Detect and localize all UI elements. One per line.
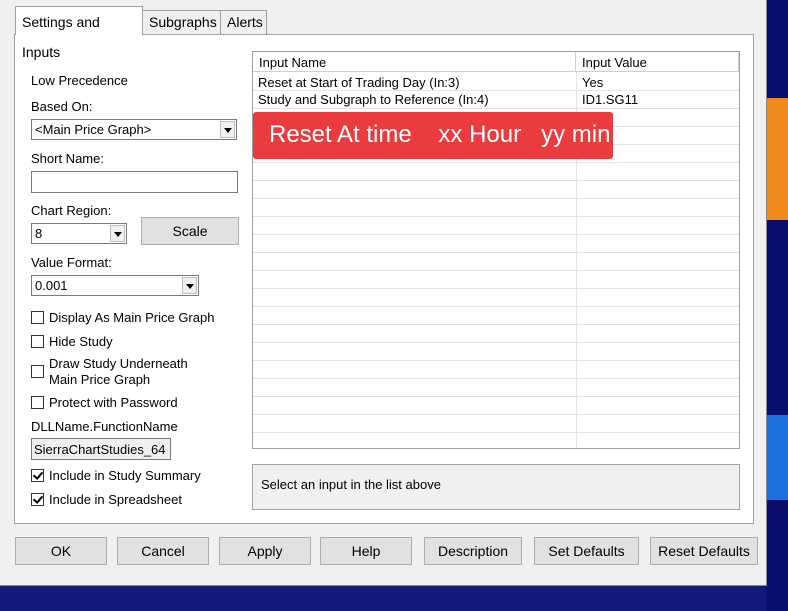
row-divider	[253, 288, 739, 289]
hide-study-label: Hide Study	[49, 334, 113, 349]
row-divider	[253, 108, 739, 109]
draw-underneath-checkbox[interactable]	[31, 365, 44, 378]
protect-with-password-checkbox[interactable]	[31, 396, 44, 409]
reset-defaults-button[interactable]: Reset Defaults	[650, 537, 758, 565]
chart-region-label: Chart Region:	[31, 203, 112, 218]
input-description-text: Select an input in the list above	[261, 477, 441, 492]
row-divider	[253, 306, 739, 307]
value-format-label: Value Format:	[31, 255, 112, 270]
column-header-label: Input Name	[259, 55, 327, 70]
display-as-main-price-graph-label: Display As Main Price Graph	[49, 310, 215, 325]
short-name-label: Short Name:	[31, 151, 104, 166]
input-description-box: Select an input in the list above	[252, 464, 740, 510]
display-as-main-price-graph-checkbox[interactable]	[31, 311, 44, 324]
row-divider	[253, 180, 739, 181]
tab-subgraphs[interactable]: Subgraphs	[142, 10, 221, 34]
table-row-input-name[interactable]: Study and Subgraph to Reference (In:4)	[258, 92, 489, 107]
value-format-select[interactable]: 0.001	[31, 275, 199, 296]
value-format-value: 0.001	[35, 278, 68, 293]
chart-orange-bars	[766, 98, 788, 220]
row-divider	[253, 90, 739, 91]
chart-region-select[interactable]: 8	[31, 223, 127, 244]
table-row-input-value[interactable]: Yes	[582, 75, 603, 90]
column-header-input-value[interactable]: Input Value	[576, 52, 739, 72]
background-chart-region	[766, 500, 788, 611]
row-divider	[253, 324, 739, 325]
draw-underneath-label-line2: Main Price Graph	[49, 372, 151, 387]
help-button[interactable]: Help	[320, 537, 412, 565]
row-divider	[253, 432, 739, 433]
hide-study-checkbox[interactable]	[31, 335, 44, 348]
chevron-down-icon[interactable]	[110, 225, 125, 242]
tab-alerts[interactable]: Alerts	[220, 10, 267, 34]
row-divider	[253, 378, 739, 379]
include-in-study-summary-checkbox[interactable]	[31, 469, 44, 482]
row-divider	[253, 360, 739, 361]
dll-function-field[interactable]: SierraChartStudies_64	[31, 438, 171, 460]
precedence-label: Low Precedence	[31, 73, 128, 88]
row-divider	[253, 342, 739, 343]
short-name-input[interactable]	[31, 171, 238, 193]
include-in-spreadsheet-checkbox[interactable]	[31, 493, 44, 506]
row-divider	[253, 216, 739, 217]
scale-button[interactable]: Scale	[141, 217, 239, 245]
include-in-spreadsheet-label: Include in Spreadsheet	[49, 492, 182, 507]
column-header-input-name[interactable]: Input Name	[253, 52, 576, 72]
set-defaults-button[interactable]: Set Defaults	[534, 537, 639, 565]
background-chart-region	[766, 0, 788, 98]
row-divider	[253, 198, 739, 199]
chevron-down-icon[interactable]	[220, 121, 235, 138]
inputs-grid[interactable]: Input Name Input Value Reset at Start of…	[252, 51, 740, 449]
apply-button[interactable]: Apply	[219, 537, 311, 565]
row-divider	[253, 270, 739, 271]
cancel-button[interactable]: Cancel	[117, 537, 209, 565]
ok-button[interactable]: OK	[15, 537, 107, 565]
based-on-label: Based On:	[31, 99, 93, 114]
background-chart-region	[766, 220, 788, 415]
annotation-text: Reset At time xx Hour yy min	[269, 121, 611, 148]
annotation-callout: Reset At time xx Hour yy min	[253, 112, 613, 159]
dll-function-value: SierraChartStudies_64	[34, 442, 166, 457]
draw-underneath-label: Draw Study Underneath	[49, 356, 188, 371]
protect-with-password-label: Protect with Password	[49, 395, 178, 410]
chart-blue-bars	[766, 415, 788, 500]
row-divider	[253, 162, 739, 163]
based-on-select[interactable]: <Main Price Graph>	[31, 119, 237, 140]
row-divider	[253, 252, 739, 253]
column-header-label: Input Value	[582, 55, 647, 70]
tab-settings-and-inputs[interactable]: Settings and Inputs	[15, 6, 143, 60]
study-settings-dialog: Settings and Inputs Subgraphs Alerts Low…	[0, 0, 767, 586]
row-divider	[253, 234, 739, 235]
table-row-input-name[interactable]: Reset at Start of Trading Day (In:3)	[258, 75, 460, 90]
table-row-input-value[interactable]: ID1.SG11	[582, 92, 638, 107]
chevron-down-icon[interactable]	[182, 277, 197, 294]
description-button[interactable]: Description	[424, 537, 522, 565]
include-in-study-summary-label: Include in Study Summary	[49, 468, 201, 483]
row-divider	[253, 414, 739, 415]
based-on-value: <Main Price Graph>	[35, 122, 152, 137]
row-divider	[253, 396, 739, 397]
dll-function-label: DLLName.FunctionName	[31, 419, 178, 434]
chart-region-value: 8	[35, 226, 43, 241]
